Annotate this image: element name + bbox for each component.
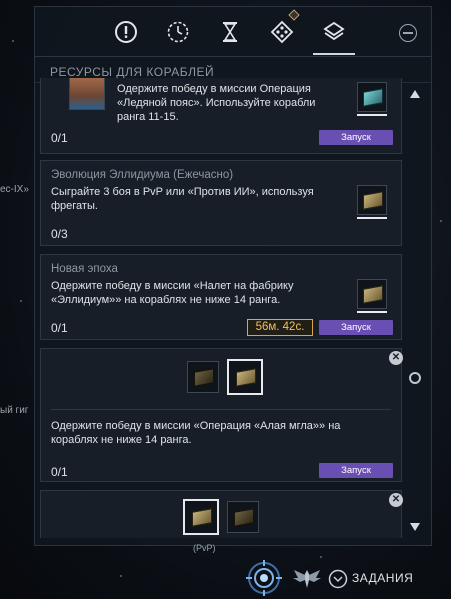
tab-alert[interactable] [113, 19, 139, 45]
countdown-timer: 56м. 42с. [247, 319, 313, 336]
gold-crate-icon [363, 285, 383, 304]
mission-progress: 0/1 [51, 131, 68, 145]
tab-dice[interactable] [269, 19, 295, 45]
exclamation-circle-icon [115, 21, 137, 43]
mission-progress: 0/1 [51, 465, 68, 479]
reward-choice-selected[interactable] [183, 499, 219, 535]
mission-description: Одержите победу в миссии «Налет на фабри… [51, 280, 294, 306]
layers-icon [323, 21, 345, 41]
scroll-down-arrow-icon[interactable] [410, 523, 420, 531]
hourglass-icon [223, 22, 237, 42]
background-star [440, 220, 442, 222]
reward-slot[interactable] [357, 279, 387, 309]
mission-description: Одержите победу в миссии Операция «Ледян… [117, 83, 316, 123]
dark-crate-icon [234, 508, 254, 527]
mission-card: ✕ Одержите победу в миссии «Операция «Ал… [40, 348, 403, 482]
minimize-button[interactable] [399, 24, 417, 42]
launch-button[interactable]: Запуск [319, 320, 393, 335]
launch-button[interactable]: Запуск [319, 463, 393, 478]
card-divider [51, 409, 391, 410]
dark-crate-icon [194, 368, 214, 387]
reward-underline [357, 311, 387, 313]
wings-emblem-icon[interactable] [292, 566, 322, 592]
reward-choice[interactable] [227, 501, 259, 533]
target-reticle-icon[interactable] [246, 560, 282, 596]
tab-clock[interactable] [165, 19, 191, 45]
launch-button[interactable]: Запуск [319, 130, 393, 145]
mission-title: Новая эпоха [51, 263, 118, 275]
background-star [320, 556, 322, 558]
reward-choice-selected[interactable] [227, 359, 263, 395]
pilot-avatar [69, 78, 105, 110]
reward-underline [357, 114, 387, 116]
background-sector-label: ес-IX» [0, 184, 29, 195]
mission-description: Сыграйте 3 боя в PvP или «Против ИИ», ис… [51, 186, 314, 212]
mission-progress: 0/1 [51, 321, 68, 335]
tab-bar [35, 7, 431, 57]
reward-choice[interactable] [187, 361, 219, 393]
close-icon[interactable]: ✕ [389, 493, 403, 507]
scroll-up-arrow-icon[interactable] [410, 90, 420, 98]
mission-card: ✕ [40, 490, 403, 538]
mission-title: Эволюция Эллидиума (Ежечасно) [51, 169, 234, 181]
reward-underline [357, 217, 387, 219]
background-star [120, 575, 122, 577]
reward-slot[interactable] [357, 185, 387, 215]
teal-crate-icon [363, 88, 383, 107]
gold-crate-icon [363, 191, 383, 210]
background-star [20, 300, 22, 302]
mission-card: Новая эпоха Одержите победу в миссии «На… [40, 254, 402, 340]
missions-label[interactable]: ЗАДАНИЯ [352, 571, 413, 585]
clock-icon [167, 21, 189, 43]
bottom-bar: ЗАДАНИЯ [246, 560, 446, 596]
tab-layers[interactable] [313, 19, 355, 55]
pvp-label: (PvP) [193, 543, 216, 553]
mission-card: Одержите победу в миссии Операция «Ледян… [40, 78, 402, 154]
gold-crate-icon [192, 508, 212, 527]
mission-list[interactable]: Одержите победу в миссии Операция «Ледян… [40, 78, 406, 538]
mission-description: Одержите победу в миссии «Операция «Алая… [51, 420, 341, 446]
gold-crate-icon [236, 368, 256, 387]
tab-hourglass[interactable] [217, 19, 243, 45]
mission-card: Эволюция Эллидиума (Ежечасно) Сыграйте 3… [40, 160, 402, 246]
reward-slot[interactable] [357, 82, 387, 112]
dice-diamond-icon [270, 20, 294, 44]
mission-progress: 0/3 [51, 227, 68, 241]
background-star [12, 40, 14, 42]
close-icon[interactable]: ✕ [389, 351, 403, 365]
chevron-down-circle-icon[interactable] [328, 569, 348, 589]
scroll-thumb[interactable] [409, 372, 421, 384]
background-planet-label: ый гиг [0, 405, 29, 416]
